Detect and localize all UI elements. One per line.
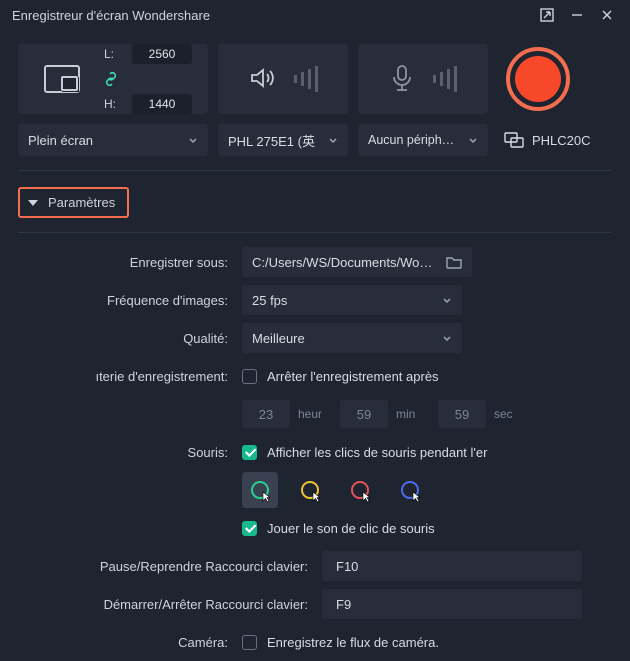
record-button-wrap	[498, 44, 578, 114]
window-title: Enregistreur d'écran Wondershare	[12, 8, 532, 23]
save-to-label: Enregistrer sous:	[18, 255, 228, 270]
capture-mode-select[interactable]: Plein écran	[18, 124, 208, 156]
capture-mode-value: Plein écran	[28, 133, 180, 148]
parameters-label: Paramètres	[48, 195, 115, 210]
link-dimensions-icon[interactable]	[104, 72, 118, 86]
audio-level-icon	[294, 66, 318, 92]
timer-label: ıterie d'enregistrement:	[18, 369, 228, 384]
timer-stop-label: Arrêter l'enregistrement après	[267, 369, 439, 384]
shortcut-start-value: F9	[336, 597, 351, 612]
screen-capture-panel[interactable]: L: 2560 H: 1440	[18, 44, 208, 114]
height-value[interactable]: 1440	[132, 94, 192, 114]
timer-hours-unit: heur	[298, 407, 332, 421]
quality-select[interactable]: Meilleure	[242, 323, 462, 353]
record-button[interactable]	[506, 47, 570, 111]
cursor-color-option[interactable]	[342, 472, 378, 508]
speaker-icon	[248, 64, 276, 95]
shortcut-start-label: Démarrer/Arrêter Raccourci clavier:	[18, 597, 308, 612]
close-button[interactable]	[592, 0, 622, 30]
camera-record-checkbox[interactable]	[242, 635, 257, 650]
timer-minutes[interactable]: 59	[340, 400, 388, 428]
audio-device-select[interactable]: PHL 275E1 (英	[218, 124, 348, 156]
shortcut-pause-field[interactable]: F10	[322, 551, 582, 581]
play-click-sound-checkbox[interactable]	[242, 521, 257, 536]
play-click-sound-label: Jouer le son de clic de souris	[267, 521, 435, 536]
mic-device-value: Aucun périphérique	[368, 133, 460, 147]
quality-label: Qualité:	[18, 331, 228, 346]
microphone-icon	[389, 64, 415, 95]
shortcut-start-field[interactable]: F9	[322, 589, 582, 619]
camera-label: Caméra:	[18, 635, 228, 650]
device-select-row: Plein écran PHL 275E1 (英 Aucun périphéri…	[0, 124, 630, 170]
screen-area-icon	[34, 51, 90, 107]
capture-panel-row: L: 2560 H: 1440	[0, 30, 630, 124]
minimize-button[interactable]	[562, 0, 592, 30]
shortcut-pause-value: F10	[336, 559, 358, 574]
audio-device-value: PHL 275E1 (英	[228, 131, 320, 150]
chevron-down-icon	[468, 135, 478, 145]
save-to-field[interactable]: C:/Users/WS/Documents/Wonder	[242, 247, 472, 277]
chevron-down-icon	[442, 295, 452, 305]
cursor-color-option[interactable]	[242, 472, 278, 508]
save-to-value: C:/Users/WS/Documents/Wonder	[252, 255, 436, 270]
timer-stop-checkbox[interactable]	[242, 369, 257, 384]
settings-form: Enregistrer sous: C:/Users/WS/Documents/…	[0, 233, 630, 661]
cursor-color-row	[242, 472, 604, 508]
record-icon	[515, 56, 561, 102]
triangle-down-icon	[28, 200, 38, 206]
cursor-color-option[interactable]	[392, 472, 428, 508]
width-label: L:	[104, 47, 122, 61]
dimensions: L: 2560 H: 1440	[104, 44, 192, 114]
remote-display[interactable]: PHLC20C	[498, 132, 591, 148]
parameters-toggle[interactable]: Paramètres	[18, 187, 129, 218]
separator	[18, 170, 612, 171]
mic-level-icon	[433, 66, 457, 92]
cursor-arrow-icon	[262, 491, 272, 503]
mic-device-select[interactable]: Aucun périphérique	[358, 124, 488, 156]
titlebar: Enregistreur d'écran Wondershare	[0, 0, 630, 30]
show-clicks-label: Afficher les clics de souris pendant l'e…	[267, 445, 487, 460]
cursor-arrow-icon	[362, 491, 372, 503]
shortcut-pause-label: Pause/Reprendre Raccourci clavier:	[18, 559, 308, 574]
fps-value: 25 fps	[252, 293, 442, 308]
cursor-arrow-icon	[412, 491, 422, 503]
chevron-down-icon	[328, 135, 338, 145]
fps-label: Fréquence d'images:	[18, 293, 228, 308]
microphone-panel[interactable]	[358, 44, 488, 114]
width-value[interactable]: 2560	[132, 44, 192, 64]
show-clicks-checkbox[interactable]	[242, 445, 257, 460]
cursor-arrow-icon	[312, 491, 322, 503]
camera-record-label: Enregistrez le flux de caméra.	[267, 635, 439, 650]
quality-value: Meilleure	[252, 331, 442, 346]
cursor-color-option[interactable]	[292, 472, 328, 508]
timer-seconds[interactable]: 59	[438, 400, 486, 428]
mouse-label: Souris:	[18, 445, 228, 460]
folder-icon[interactable]	[446, 255, 462, 269]
timer-hours[interactable]: 23	[242, 400, 290, 428]
timer-minutes-unit: min	[396, 407, 430, 421]
fps-select[interactable]: 25 fps	[242, 285, 462, 315]
chevron-down-icon	[442, 333, 452, 343]
detach-icon[interactable]	[532, 0, 562, 30]
height-label: H:	[104, 97, 122, 111]
timer-seconds-unit: sec	[494, 407, 528, 421]
chevron-down-icon	[188, 135, 198, 145]
remote-display-label: PHLC20C	[532, 133, 591, 148]
system-audio-panel[interactable]	[218, 44, 348, 114]
